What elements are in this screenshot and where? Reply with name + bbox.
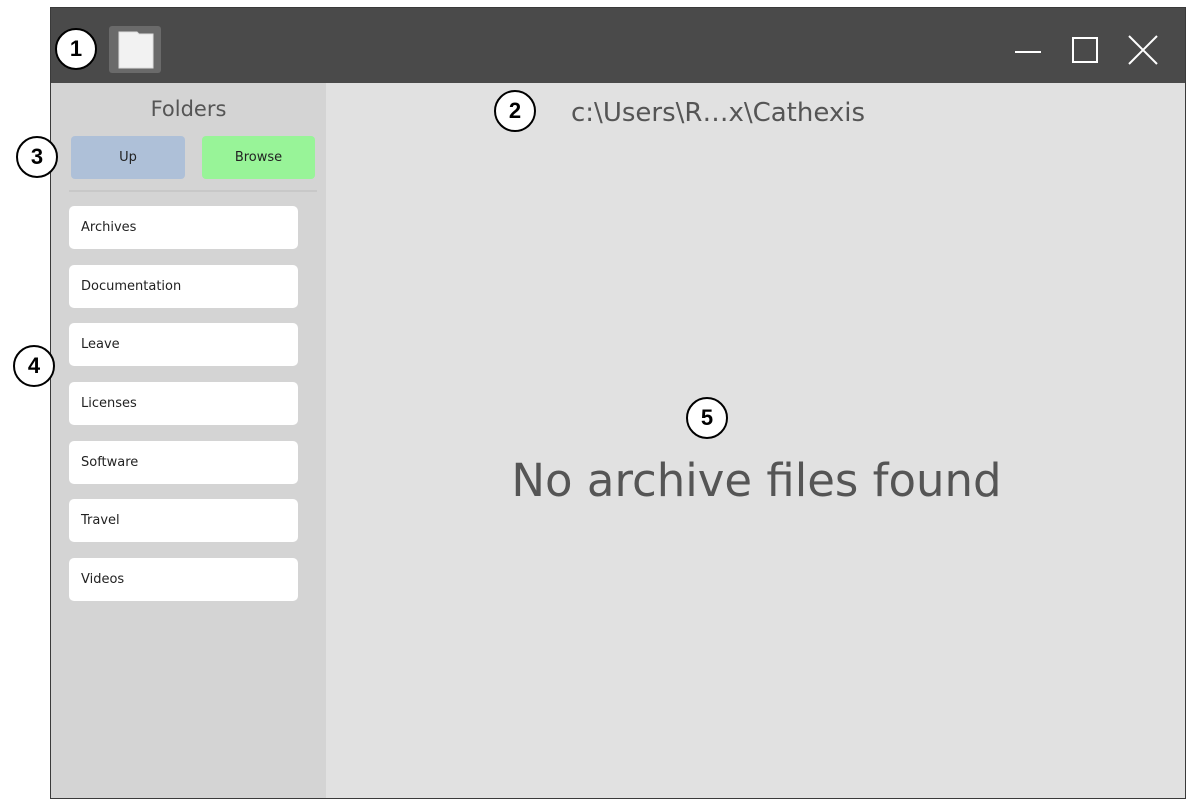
- folder-item-travel[interactable]: Travel: [69, 499, 298, 543]
- callout-1: 1: [55, 28, 97, 70]
- folder-item-licenses[interactable]: Licenses: [69, 382, 298, 426]
- callout-3: 3: [16, 136, 58, 178]
- callout-5: 5: [686, 397, 728, 439]
- empty-state-message: No archive files found: [511, 454, 1002, 507]
- close-icon[interactable]: [1122, 28, 1164, 70]
- browse-button[interactable]: Browse: [202, 136, 315, 179]
- folder-icon[interactable]: [109, 26, 161, 73]
- minimize-icon[interactable]: [1007, 28, 1049, 70]
- maximize-icon[interactable]: [1064, 28, 1106, 70]
- current-path: c:\Users\R…x\Cathexis: [571, 98, 866, 128]
- callout-2: 2: [494, 90, 536, 132]
- sidebar-divider: [69, 190, 317, 192]
- sidebar-title: Folders: [150, 97, 227, 121]
- folder-list: Archives Documentation Leave Licenses So…: [69, 206, 298, 617]
- folder-item-documentation[interactable]: Documentation: [69, 264, 298, 308]
- title-bar: [51, 8, 1185, 83]
- sidebar: Folders Up Browse Archives Documentation…: [51, 83, 326, 798]
- folder-item-software[interactable]: Software: [69, 440, 298, 484]
- app-window: Folders Up Browse Archives Documentation…: [50, 7, 1186, 799]
- folder-item-videos[interactable]: Videos: [69, 558, 298, 602]
- callout-4: 4: [13, 345, 55, 387]
- up-button[interactable]: Up: [71, 136, 185, 179]
- folder-item-archives[interactable]: Archives: [69, 206, 298, 249]
- folder-item-leave[interactable]: Leave: [69, 323, 298, 367]
